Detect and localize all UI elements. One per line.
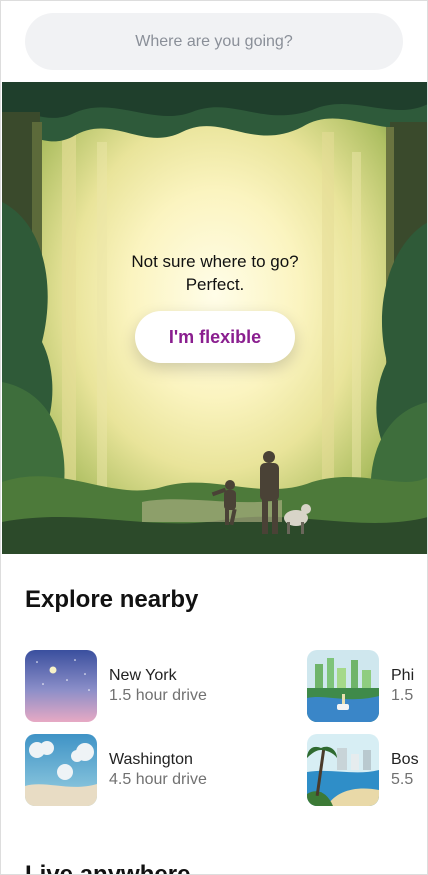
place-card-washington[interactable]: Washington 4.5 hour drive xyxy=(25,734,207,806)
app-frame: Not sure where to go? Perfect. I'm flexi… xyxy=(0,0,428,875)
im-flexible-button[interactable]: I'm flexible xyxy=(135,311,295,363)
place-drive-time: 4.5 hour drive xyxy=(109,771,207,788)
place-drive-time: 1.5 xyxy=(391,687,414,704)
new-york-thumbnail xyxy=(25,650,97,722)
place-name: Bos xyxy=(391,751,419,768)
boston-thumbnail xyxy=(307,734,379,806)
place-name: Phi xyxy=(391,667,415,684)
live-anywhere-title: Live anywhere xyxy=(25,861,191,875)
hero-banner: Not sure where to go? Perfect. I'm flexi… xyxy=(2,82,427,554)
hero-line-1: Not sure where to go? xyxy=(131,252,299,271)
explore-nearby-title: Explore nearby xyxy=(25,586,199,613)
search-bar[interactable] xyxy=(25,13,403,70)
washington-thumbnail xyxy=(25,734,97,806)
place-card-new-york[interactable]: New York 1.5 hour drive xyxy=(25,650,207,722)
place-name: New York xyxy=(109,667,177,684)
search-input[interactable] xyxy=(25,13,403,70)
place-card-boston[interactable]: Bos 5.5 xyxy=(307,734,419,806)
place-card-philadelphia[interactable]: Phi 1.5 xyxy=(307,650,414,722)
hero-message: Not sure where to go? Perfect. xyxy=(2,250,427,296)
philadelphia-thumbnail xyxy=(307,650,379,722)
place-name: Washington xyxy=(109,751,193,768)
place-drive-time: 1.5 hour drive xyxy=(109,687,207,704)
place-drive-time: 5.5 xyxy=(391,771,414,788)
hero-line-2: Perfect. xyxy=(185,275,245,294)
